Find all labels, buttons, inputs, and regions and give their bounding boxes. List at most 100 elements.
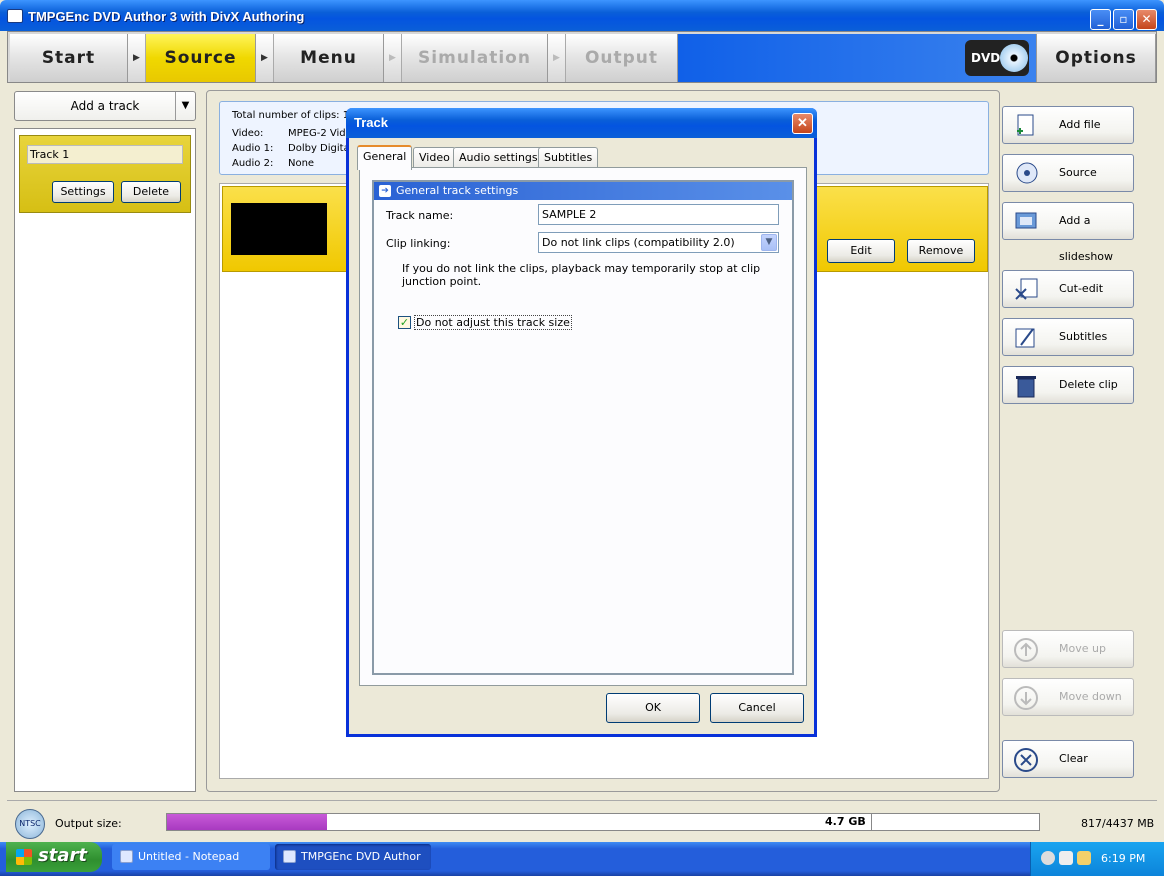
move-up-label: Move up — [1059, 642, 1106, 655]
clock[interactable]: 6:19 PM — [1101, 852, 1145, 865]
output-size-label: Output size: — [55, 817, 122, 830]
slideshow-icon — [1015, 212, 1037, 229]
track-card[interactable]: Track 1 Settings Delete — [19, 135, 191, 213]
track-size-checkbox-label[interactable]: Do not adjust this track size — [414, 315, 572, 330]
dialog-title-bar[interactable]: Track ✕ — [346, 108, 817, 138]
step-arrow-icon: ▶ — [548, 34, 566, 82]
cut-edit-label: Cut-edit — [1059, 282, 1104, 295]
add-slideshow-button[interactable]: Add a slideshow — [1002, 202, 1134, 263]
info-value: Dolby Digita — [288, 143, 350, 154]
info-row: Video: MPEG-2 Vide — [232, 128, 352, 139]
output-usage: 817/4437 MB — [1081, 817, 1155, 830]
add-file-label: Add file — [1059, 118, 1101, 131]
taskbar-item-tmpgenc[interactable]: TMPGEnc DVD Author 3 — [275, 844, 431, 870]
tray-app-icon[interactable] — [1077, 851, 1091, 865]
track-delete-button[interactable]: Delete — [121, 181, 181, 203]
group-header: ➔ General track settings — [374, 182, 792, 200]
move-down-button[interactable]: Move down — [1002, 678, 1134, 716]
app-title: TMPGEnc DVD Author 3 with DivX Authoring — [28, 9, 305, 24]
dvd-badge-label: DVD — [971, 51, 1001, 65]
tab-panel-general: ➔ General track settings Track name: SAM… — [359, 167, 807, 686]
ntsc-badge: NTSC — [15, 809, 45, 839]
clip-edit-button[interactable]: Edit — [827, 239, 895, 263]
arrow-down-icon — [1014, 686, 1038, 710]
maximize-button[interactable]: ▫ — [1113, 9, 1134, 30]
step-output[interactable]: Output — [566, 34, 678, 82]
close-button[interactable]: ✕ — [1136, 9, 1157, 30]
general-track-settings-group: ➔ General track settings Track name: SAM… — [372, 180, 794, 675]
notepad-icon — [120, 850, 133, 863]
app-icon — [7, 9, 23, 23]
delete-clip-button[interactable]: Delete clip — [1002, 366, 1134, 404]
total-clips: Total number of clips: 1 — [232, 110, 350, 121]
track-dialog: Track ✕ General Video Audio settings Sub… — [346, 108, 817, 737]
windows-logo-icon — [16, 849, 32, 865]
clip-linking-info: If you do not link the clips, playback m… — [402, 262, 761, 288]
output-size-bar: 4.7 GB — [166, 813, 1040, 831]
step-arrow-icon: ▶ — [256, 34, 274, 82]
capacity-marker — [871, 814, 872, 830]
arrow-right-icon: ➔ — [379, 185, 391, 197]
clip-remove-button[interactable]: Remove — [907, 239, 975, 263]
step-start[interactable]: Start — [10, 34, 128, 82]
source-wizard-button[interactable]: Source Wizard — [1002, 154, 1134, 215]
step-navigation: Start ▶ Source ▶ Menu ▶ Simulation ▶ Out… — [7, 31, 1157, 83]
info-row: Audio 2: None — [232, 158, 314, 169]
cut-edit-button[interactable]: Cut-edit — [1002, 270, 1134, 308]
step-source[interactable]: Source — [146, 34, 256, 82]
taskbar: start Untitled - Notepad TMPGEnc DVD Aut… — [0, 842, 1164, 876]
track-settings-button[interactable]: Settings — [52, 181, 114, 203]
chevron-down-icon[interactable]: ▼ — [761, 234, 777, 251]
info-key: Audio 1: — [232, 143, 274, 154]
track-panel: Add a track ▼ Track 1 Settings Delete — [7, 86, 203, 794]
track-name[interactable]: Track 1 — [27, 145, 183, 164]
track-list: Track 1 Settings Delete — [14, 128, 196, 792]
volume-icon[interactable] — [1059, 851, 1073, 865]
add-track-label: Add a track — [70, 99, 140, 113]
step-menu[interactable]: Menu — [274, 34, 384, 82]
start-label: start — [38, 845, 87, 866]
tab-subtitles[interactable]: Subtitles — [538, 147, 599, 168]
add-file-icon — [1017, 114, 1034, 136]
system-tray: 6:19 PM — [1030, 842, 1164, 876]
taskbar-item-label: TMPGEnc DVD Author 3 — [301, 850, 421, 863]
clip-linking-value: Do not link clips (compatibility 2.0) — [542, 236, 735, 249]
options-button[interactable]: Options — [1036, 34, 1156, 82]
clear-button[interactable]: Clear — [1002, 740, 1134, 778]
track-name-label: Track name: — [386, 209, 454, 222]
add-track-button[interactable]: Add a track ▼ — [14, 91, 196, 121]
taskbar-item-label: Untitled - Notepad — [138, 850, 240, 863]
tab-video[interactable]: Video — [413, 147, 456, 168]
disc-icon — [1000, 44, 1028, 72]
delete-clip-label: Delete clip — [1059, 378, 1118, 391]
arrow-up-icon — [1014, 638, 1038, 662]
clip-thumbnail — [231, 203, 327, 255]
step-simulation[interactable]: Simulation — [402, 34, 548, 82]
ok-button[interactable]: OK — [606, 693, 700, 723]
step-arrow-icon: ▶ — [128, 34, 146, 82]
app-title-bar[interactable]: TMPGEnc DVD Author 3 with DivX Authoring… — [0, 0, 1164, 31]
dialog-close-button[interactable]: ✕ — [792, 113, 813, 134]
start-button[interactable]: start — [6, 842, 102, 872]
step-arrow-icon: ▶ — [384, 34, 402, 82]
info-value: MPEG-2 Vide — [288, 128, 352, 139]
track-size-checkbox[interactable]: ✓ — [398, 316, 411, 329]
clip-linking-select[interactable]: Do not link clips (compatibility 2.0) ▼ — [538, 232, 779, 253]
capacity-label: 4.7 GB — [825, 815, 866, 828]
minimize-button[interactable]: _ — [1090, 9, 1111, 30]
output-size-fill — [167, 814, 328, 830]
trash-icon — [1016, 376, 1036, 398]
disc-wizard-icon — [1016, 162, 1038, 184]
tab-audio-settings[interactable]: Audio settings — [453, 147, 544, 168]
dialog-title: Track — [354, 115, 388, 130]
add-file-button[interactable]: Add file — [1002, 106, 1134, 144]
network-icon[interactable] — [1041, 851, 1055, 865]
subtitles-editor-button[interactable]: Subtitles editor — [1002, 318, 1134, 379]
dropdown-arrow-icon[interactable]: ▼ — [175, 92, 195, 120]
cancel-button[interactable]: Cancel — [710, 693, 804, 723]
track-name-field[interactable]: SAMPLE 2 — [538, 204, 779, 225]
move-up-button[interactable]: Move up — [1002, 630, 1134, 668]
taskbar-item-notepad[interactable]: Untitled - Notepad — [112, 844, 270, 870]
move-down-label: Move down — [1059, 690, 1122, 703]
tab-general[interactable]: General — [357, 145, 413, 170]
